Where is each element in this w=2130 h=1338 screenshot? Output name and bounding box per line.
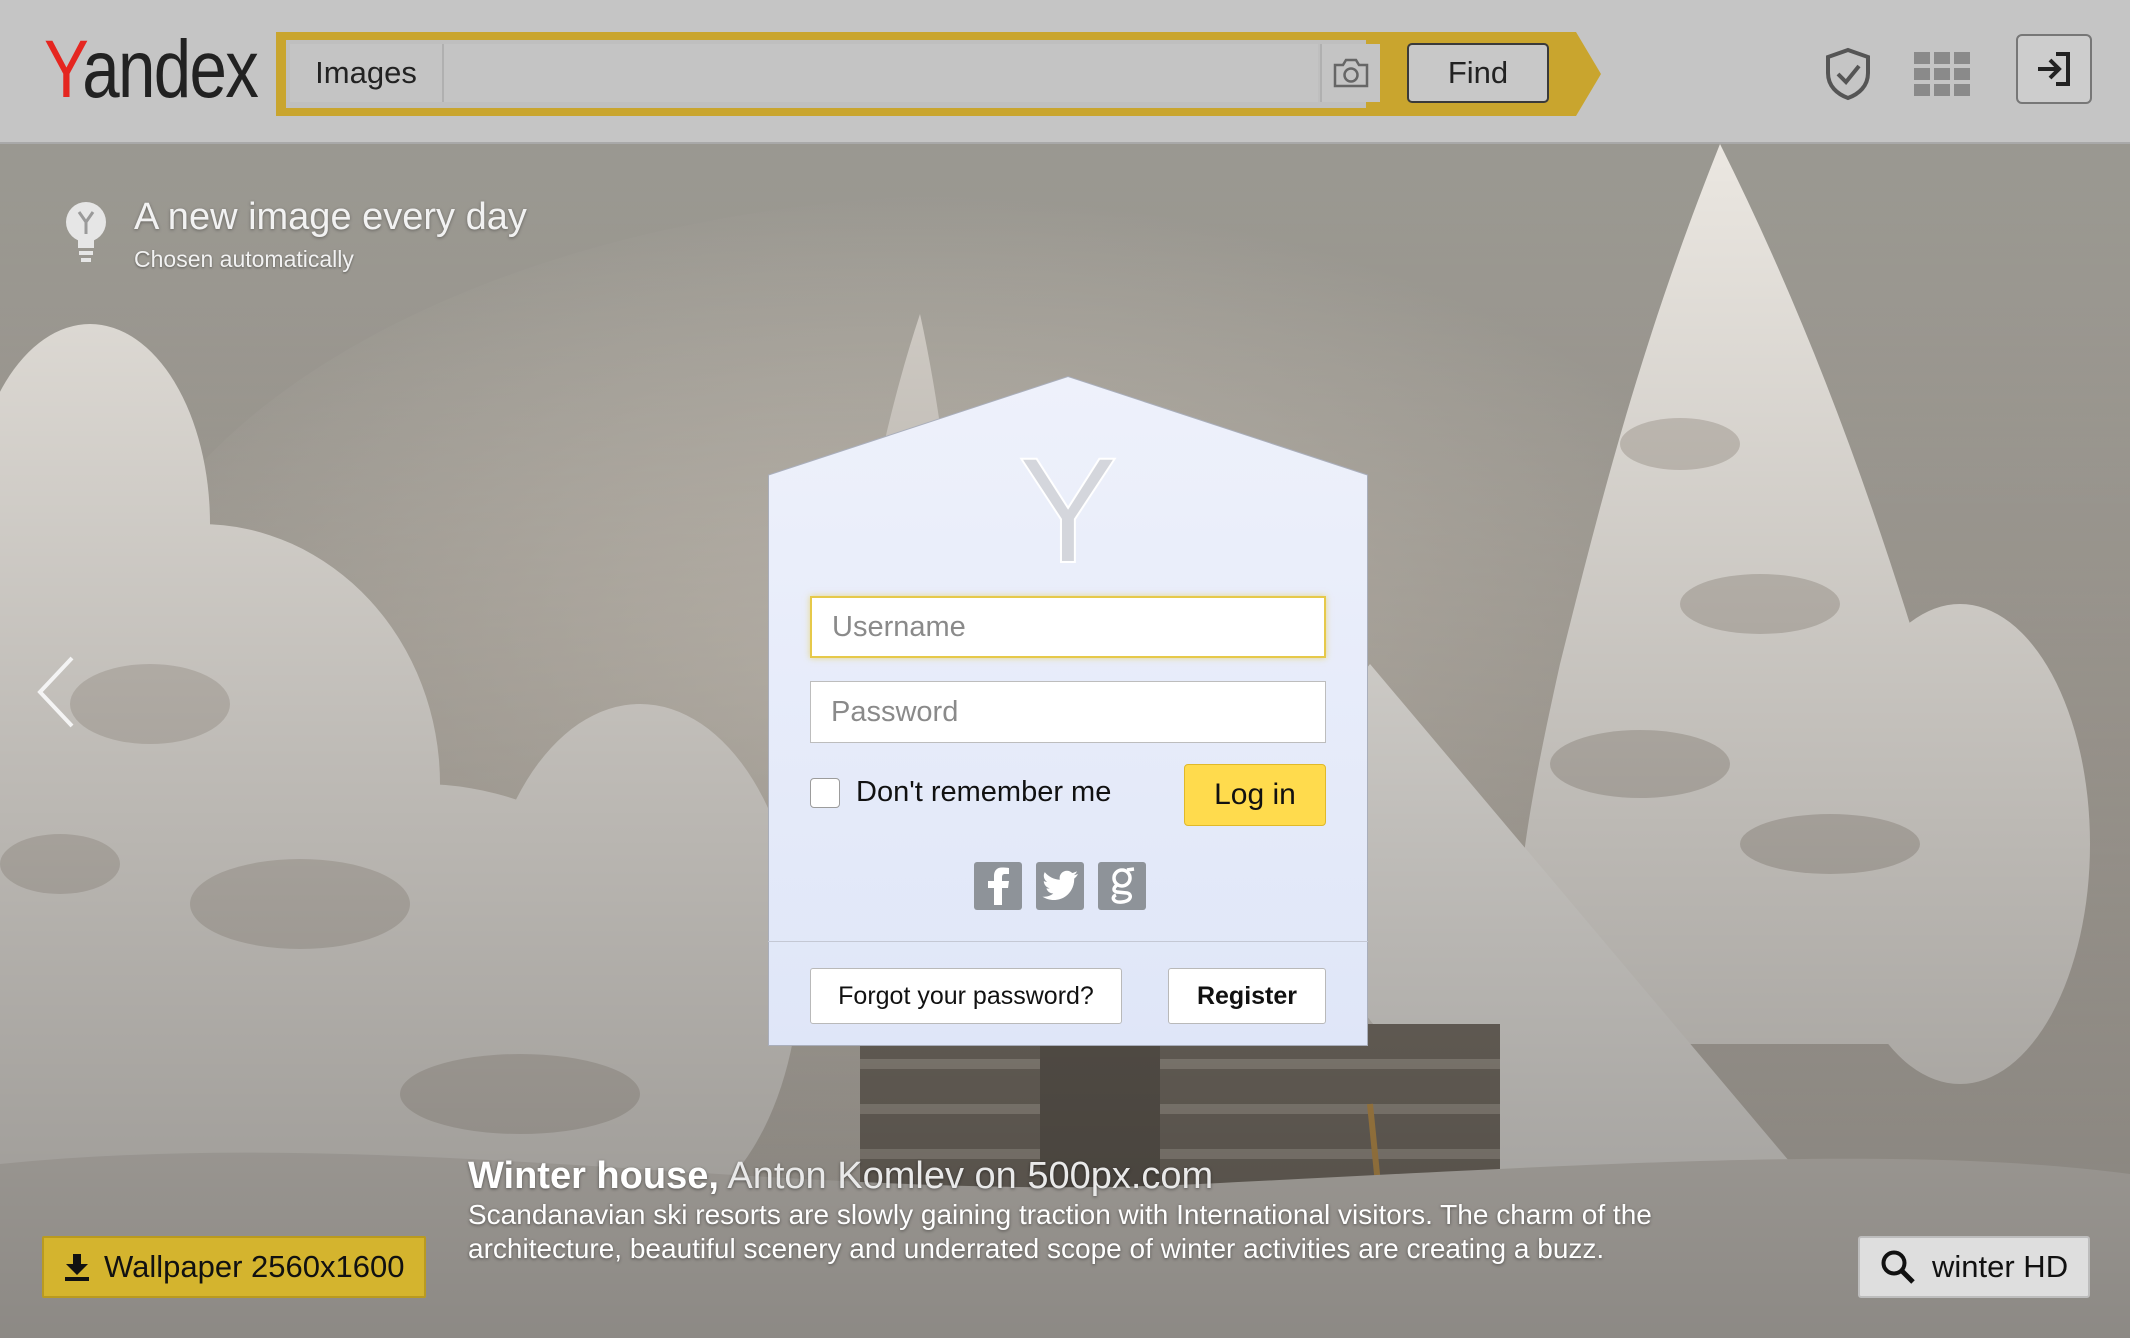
grid-icon <box>1914 52 1970 96</box>
top-header: Yandex Images Find <box>0 0 2130 144</box>
caption-author-link[interactable]: Anton Komlev on 500px.com <box>727 1155 1213 1197</box>
search-tag-label: winter HD <box>1932 1249 2069 1284</box>
dialog-divider <box>768 941 1368 942</box>
log-in-button[interactable]: Log in <box>1184 764 1326 826</box>
facebook-icon <box>988 867 1009 905</box>
twitter-icon <box>1042 870 1078 900</box>
search-tag-button[interactable]: winter HD <box>1858 1236 2090 1298</box>
wallpaper-label: Wallpaper 2560x1600 <box>104 1249 405 1284</box>
image-caption: Winter house, Anton Komlev on 500px.com … <box>468 1152 1708 1266</box>
download-icon <box>65 1254 89 1281</box>
password-input[interactable] <box>810 681 1326 743</box>
services-grid-button[interactable] <box>1912 48 1972 100</box>
caption-image-name: Winter house, <box>468 1155 719 1197</box>
camera-icon <box>1333 58 1369 88</box>
dont-remember-checkbox[interactable] <box>810 777 840 808</box>
sign-in-icon <box>2038 52 2070 86</box>
search-service-tab[interactable]: Images <box>290 44 444 102</box>
daily-image-subtitle: Chosen automatically <box>134 246 354 272</box>
previous-image-arrow-icon[interactable] <box>30 652 80 732</box>
find-button[interactable]: Find <box>1407 43 1549 103</box>
shield-check-icon <box>1826 47 1870 101</box>
search-input[interactable] <box>444 44 1318 102</box>
username-input[interactable] <box>810 596 1326 658</box>
search-icon <box>1881 1250 1915 1284</box>
forgot-password-button[interactable]: Forgot your password? <box>810 968 1122 1024</box>
google-login-button[interactable] <box>1098 862 1146 910</box>
daily-image-title: A new image every day <box>134 196 527 238</box>
caption-title: Winter house, Anton Komlev on 500px.com <box>468 1152 1708 1200</box>
yandex-logo[interactable]: Yandex <box>44 20 259 120</box>
twitter-login-button[interactable] <box>1036 862 1084 910</box>
remember-option[interactable]: Don't remember me <box>810 776 1111 809</box>
header-login-button[interactable] <box>2016 34 2092 104</box>
yandex-y-logo: Y <box>1018 426 1118 594</box>
download-wallpaper-button[interactable]: Wallpaper 2560x1600 <box>42 1236 426 1298</box>
google-icon <box>1111 867 1135 904</box>
caption-description: Scandanavian ski resorts are slowly gain… <box>468 1199 1652 1264</box>
facebook-login-button[interactable] <box>974 862 1022 910</box>
security-shield-button[interactable] <box>1820 46 1876 102</box>
image-search-camera-button[interactable] <box>1320 44 1380 102</box>
lightbulb-icon <box>66 202 106 262</box>
dont-remember-label[interactable]: Don't remember me <box>856 776 1111 809</box>
register-button[interactable]: Register <box>1168 968 1326 1024</box>
login-dialog: Y Don't remember me Log in Forgot your p… <box>768 376 1368 1046</box>
